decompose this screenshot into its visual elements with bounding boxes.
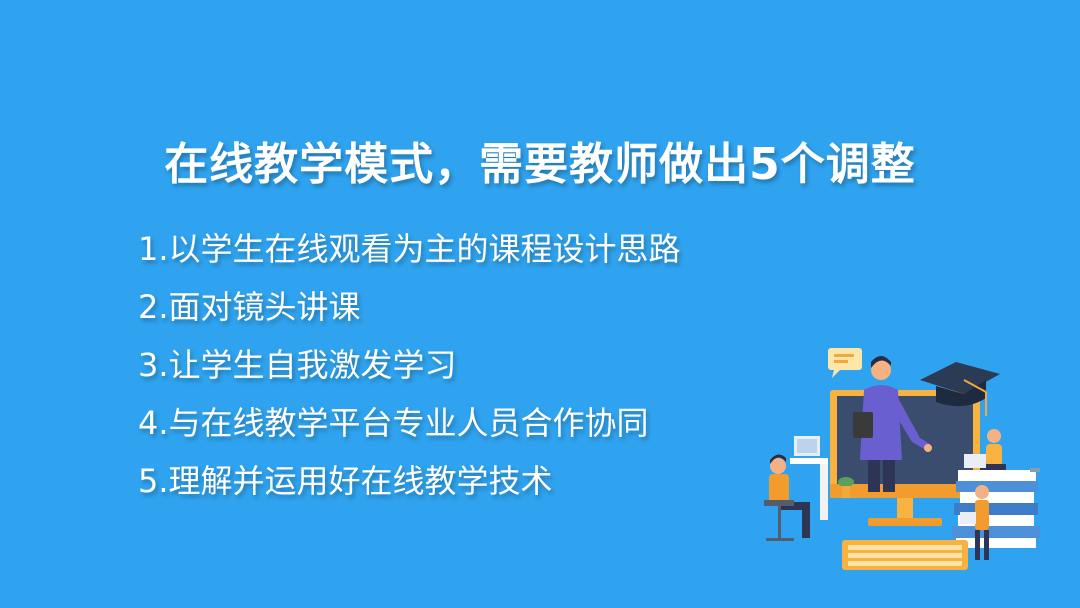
chat-bubble-icon [828,348,862,378]
keyboard-icon [842,540,968,570]
adjustment-list: 1.以学生在线观看为主的课程设计思路 2.面对镜头讲课 3.让学生自我激发学习 … [138,224,681,514]
slide-title: 在线教学模式，需要教师做出5个调整 [164,139,916,190]
list-item: 5.理解并运用好在线教学技术 [138,462,553,500]
list-item: 4.与在线教学平台专业人员合作协同 [138,404,649,442]
list-item: 1.以学生在线观看为主的课程设计思路 [138,230,681,268]
slide: 在线教学模式，需要教师做出5个调整 1.以学生在线观看为主的课程设计思路 2.面… [0,0,1080,608]
student-figure [764,436,828,541]
book-stack-icon [952,468,1040,548]
list-item: 2.面对镜头讲课 [138,288,361,326]
list-item: 3.让学生自我激发学习 [138,346,457,384]
online-teaching-illustration [764,348,1040,570]
